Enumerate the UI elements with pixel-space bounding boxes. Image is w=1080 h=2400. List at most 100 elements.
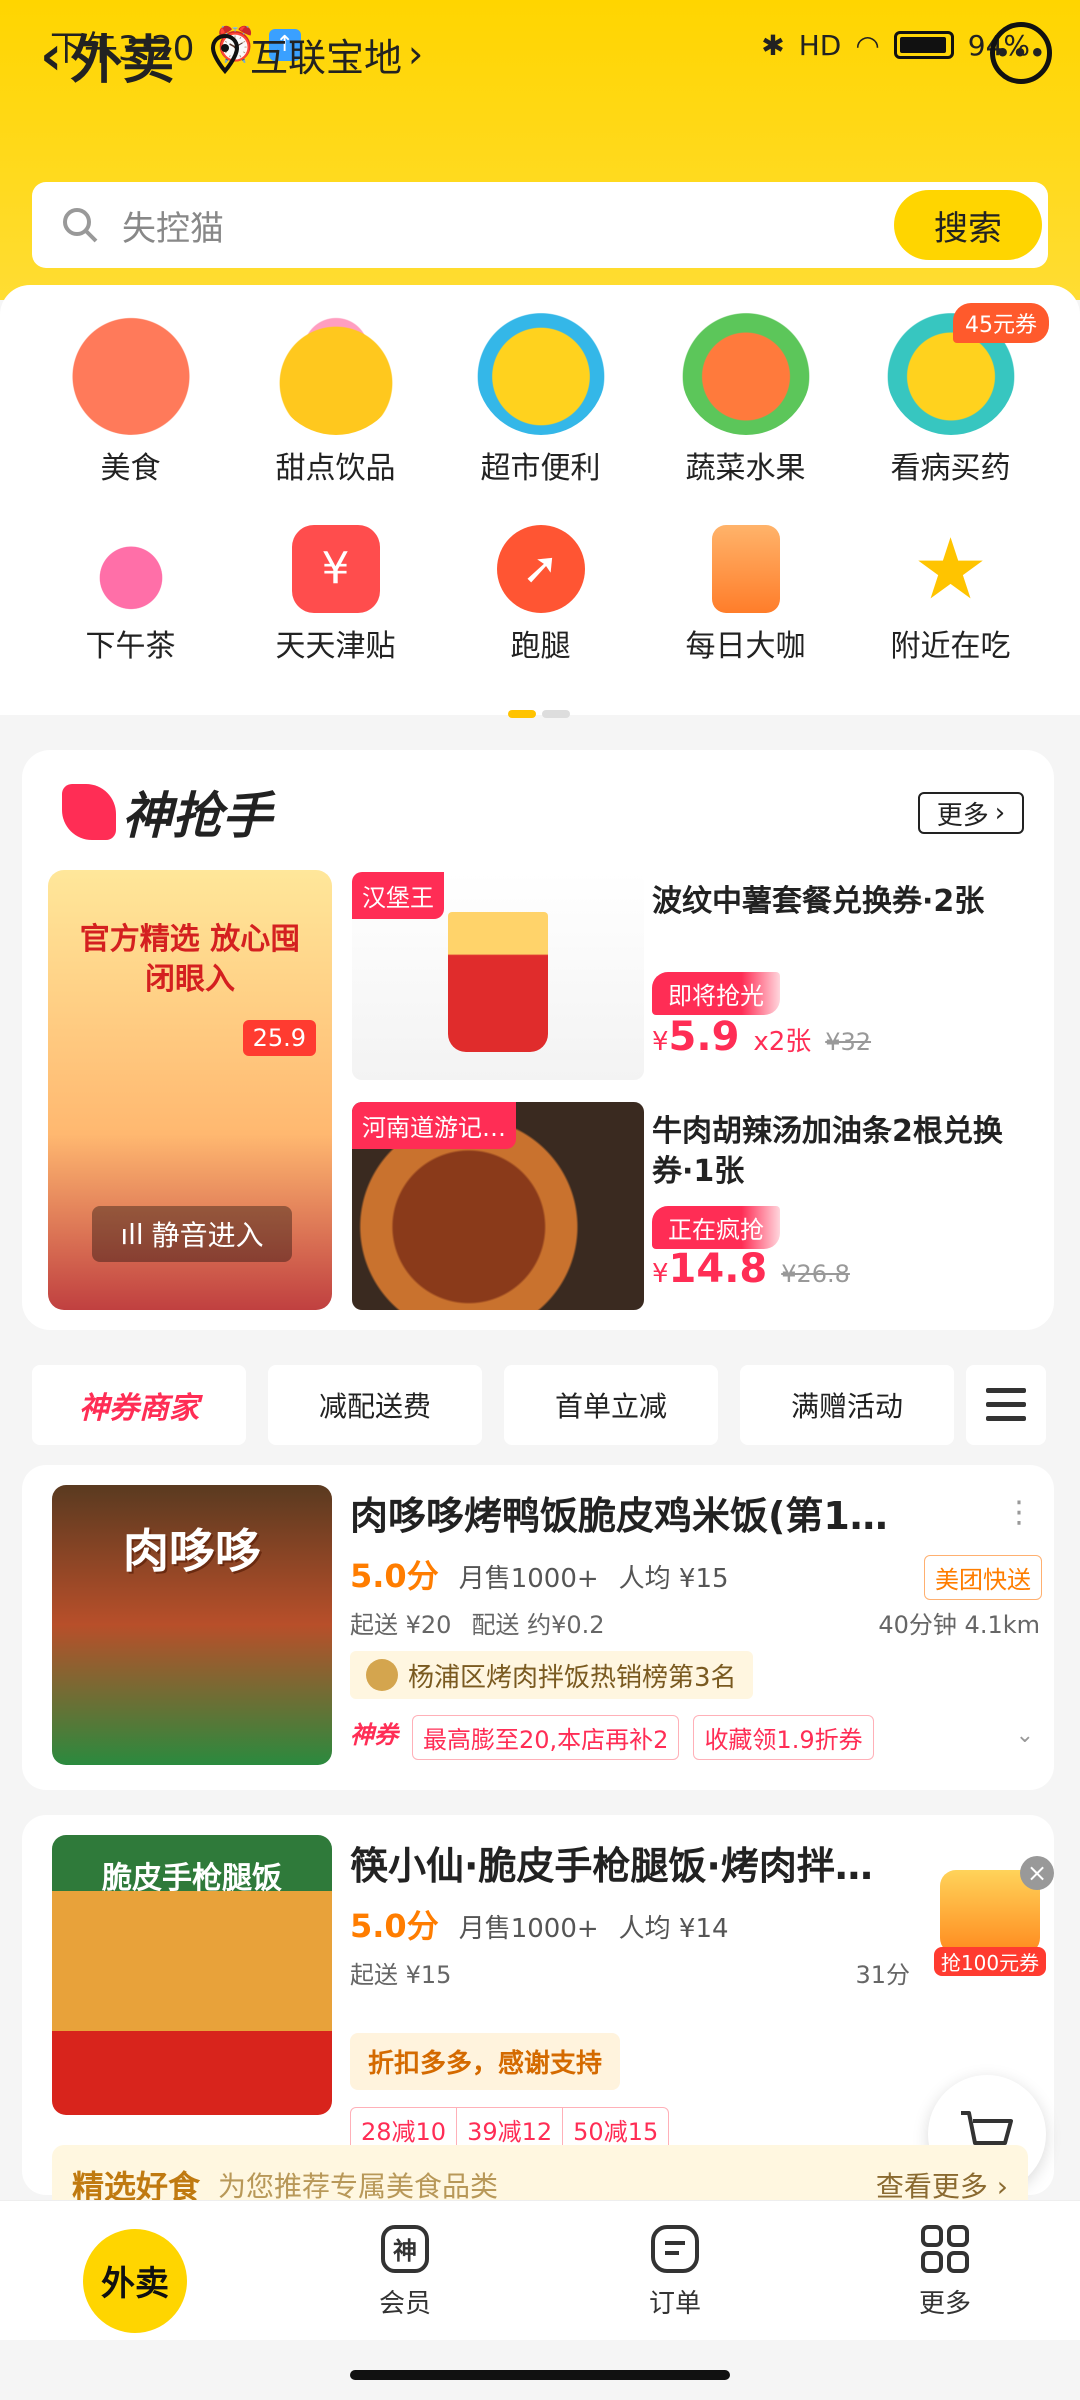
min-order: 起送 ¥15 bbox=[350, 1961, 452, 1989]
yen-icon: ¥ bbox=[291, 525, 380, 613]
chevron-right-icon: › bbox=[408, 32, 424, 76]
star-icon: ★ bbox=[912, 520, 989, 618]
filter-reduced-delivery[interactable]: 减配送费 bbox=[268, 1365, 482, 1445]
tab-waimai[interactable]: 外卖 bbox=[0, 2201, 270, 2340]
category-dessert[interactable]: 甜点饮品 bbox=[233, 305, 438, 487]
deal-card[interactable]: 汉堡王 波纹中薯套餐兑换券·2张 即将抢光 ¥5.9 x2张 ¥32 bbox=[352, 872, 1038, 1080]
location-label: 互联宝地 bbox=[250, 35, 403, 80]
price-qty: x2张 bbox=[753, 1027, 812, 1057]
promo-video-card[interactable]: 官方精选 放心囤 闭眼入 25.9 ıll 静音进入 bbox=[48, 870, 332, 1310]
eta: 31分 bbox=[855, 1961, 910, 1989]
bluetooth-icon: ✱ bbox=[761, 28, 785, 62]
message-button[interactable]: ••• bbox=[990, 22, 1052, 84]
category-label: 甜点饮品 bbox=[275, 451, 396, 486]
more-options-icon[interactable]: ⋮ bbox=[1004, 1495, 1034, 1530]
picks-more-label: 查看更多 bbox=[875, 2170, 988, 2203]
flash-sale-logo[interactable]: 神抢手 bbox=[62, 776, 272, 848]
picks-subtitle: 为您推荐专属美食品类 bbox=[218, 2170, 499, 2203]
promo-price: 25.9 bbox=[242, 1020, 316, 1056]
eta-distance: 40分钟 4.1km bbox=[878, 1605, 1040, 1640]
filter-first-order[interactable]: 首单立减 bbox=[504, 1365, 718, 1445]
filter-menu-button[interactable] bbox=[966, 1365, 1046, 1445]
old-price: ¥26.8 bbox=[781, 1260, 850, 1288]
category-food[interactable]: 美食 bbox=[28, 305, 233, 487]
category-errand[interactable]: ➚ 跑腿 bbox=[438, 525, 643, 665]
store-card[interactable]: 脆皮手枪腿饭 筷小仙·脆皮手枪腿饭·烤肉拌… 5.0分 月售1000+ 人均 ¥… bbox=[22, 1815, 1054, 2195]
old-price: ¥32 bbox=[825, 1028, 872, 1056]
category-nearby[interactable]: ★ 附近在吃 bbox=[848, 525, 1053, 665]
tab-member[interactable]: 神 会员 bbox=[270, 2201, 540, 2340]
price-symbol: ¥ bbox=[652, 1259, 669, 1289]
menu-icon bbox=[986, 1388, 1026, 1421]
store-name: 肉哆哆烤鸭饭脆皮鸡米饭(第1… bbox=[350, 1494, 888, 1538]
filter-bar: 神券商家 减配送费 首单立减 满赠活动 bbox=[32, 1365, 1048, 1445]
search-button[interactable]: 搜索 bbox=[894, 190, 1042, 260]
picks-more[interactable]: 查看更多 › bbox=[876, 2165, 1008, 2205]
distance: 4.1km bbox=[964, 1611, 1040, 1639]
category-afternoon-tea[interactable]: 下午茶 bbox=[28, 525, 233, 665]
category-grid: 美食 甜点饮品 超市便利 蔬菜水果 看病买药 45元券 下午茶 ¥ 天天津贴 ➚… bbox=[0, 285, 1080, 715]
tab-label: 更多 bbox=[918, 2289, 971, 2319]
tab-orders[interactable]: 订单 bbox=[540, 2201, 810, 2340]
category-market[interactable]: 超市便利 bbox=[438, 305, 643, 487]
page-indicator[interactable] bbox=[508, 710, 570, 718]
monthly-sales: 月售1000+ bbox=[458, 1914, 599, 1944]
deal-card[interactable]: 河南道游记… 牛肉胡辣汤加油条2根兑换券·1张 正在疯抢 ¥14.8 ¥26.8 bbox=[352, 1102, 1038, 1310]
filter-gift-promo[interactable]: 满赠活动 bbox=[740, 1365, 954, 1445]
coffee-icon bbox=[711, 525, 780, 613]
fruit-icon bbox=[680, 305, 811, 435]
coupon-brand: 神券 bbox=[350, 1721, 398, 1749]
search-input[interactable]: 失控猫 bbox=[122, 201, 224, 250]
orders-icon bbox=[651, 2225, 699, 2273]
category-label: 看病买药 bbox=[890, 451, 1011, 486]
chevron-right-icon: › bbox=[994, 798, 1006, 828]
floating-ad[interactable]: 抢100元券 × bbox=[930, 1856, 1054, 1980]
category-fruit[interactable]: 蔬菜水果 bbox=[643, 305, 848, 487]
page-dot-active[interactable] bbox=[508, 710, 536, 718]
category-subsidy[interactable]: ¥ 天天津贴 bbox=[233, 525, 438, 665]
price-value: 14.8 bbox=[668, 1246, 768, 1292]
waimai-logo-icon: 外卖 bbox=[83, 2228, 187, 2333]
mute-enter-button[interactable]: ıll 静音进入 bbox=[92, 1206, 292, 1262]
fries-image bbox=[448, 912, 548, 1052]
mute-label: 静音进入 bbox=[151, 1219, 264, 1252]
grid-icon bbox=[921, 2225, 969, 2273]
search-bar[interactable]: 失控猫 搜索 bbox=[32, 182, 1048, 268]
location-selector[interactable]: 互联宝地 › bbox=[210, 24, 423, 84]
category-medicine[interactable]: 看病买药 45元券 bbox=[848, 303, 1053, 487]
back-button[interactable]: ‹ 外卖 bbox=[40, 20, 174, 91]
medal-icon bbox=[366, 1659, 398, 1691]
store-fees: 起送 ¥20 配送 约¥0.2 40分钟 4.1km bbox=[350, 1605, 1040, 1640]
more-label: 更多 bbox=[936, 800, 989, 831]
page-dot[interactable] bbox=[542, 710, 570, 718]
ranking-badge[interactable]: 杨浦区烤肉拌饭热销榜第3名 bbox=[350, 1651, 753, 1699]
ad-label: 抢100元券 bbox=[934, 1947, 1046, 1976]
close-icon[interactable]: × bbox=[1020, 1856, 1054, 1890]
filter-coupon-merchant[interactable]: 神券商家 bbox=[32, 1365, 246, 1445]
delivery-fee: 配送 约¥0.2 bbox=[471, 1611, 605, 1639]
signal-icon: HD bbox=[798, 28, 842, 62]
shop-tag: 汉堡王 bbox=[352, 872, 444, 919]
store-stats: 5.0分 月售1000+ 人均 ¥14 bbox=[350, 1901, 729, 1947]
location-pin-icon bbox=[210, 34, 240, 74]
category-label: 附近在吃 bbox=[890, 629, 1011, 664]
category-coffee[interactable]: 每日大咖 bbox=[643, 525, 848, 665]
member-icon: 神 bbox=[381, 2225, 429, 2273]
tab-more[interactable]: 更多 bbox=[810, 2201, 1080, 2340]
category-label: 下午茶 bbox=[85, 629, 176, 664]
dessert-icon bbox=[270, 305, 401, 435]
chevron-down-icon[interactable]: ⌄ bbox=[1016, 1723, 1034, 1748]
battery-icon bbox=[893, 31, 954, 59]
more-button[interactable]: 更多 › bbox=[918, 792, 1024, 834]
home-indicator[interactable] bbox=[350, 2370, 730, 2380]
store-score: 5.0分 bbox=[350, 1557, 439, 1595]
store-card[interactable]: 肉哆哆 肉哆哆烤鸭饭脆皮鸡米饭(第1… ⋮ 5.0分 月售1000+ 人均 ¥1… bbox=[22, 1465, 1054, 1790]
promo-tag: 最高膨至20,本店再补2 bbox=[412, 1715, 680, 1760]
tab-label: 会员 bbox=[378, 2289, 431, 2319]
flash-sale-title: 神抢手 bbox=[122, 787, 272, 845]
category-label: 蔬菜水果 bbox=[685, 451, 806, 486]
price-symbol: ¥ bbox=[652, 1027, 669, 1057]
deal-title: 波纹中薯套餐兑换券·2张 bbox=[652, 884, 985, 919]
price-value: 5.9 bbox=[668, 1014, 740, 1060]
store-name: 筷小仙·脆皮手枪腿饭·烤肉拌… bbox=[350, 1844, 873, 1888]
